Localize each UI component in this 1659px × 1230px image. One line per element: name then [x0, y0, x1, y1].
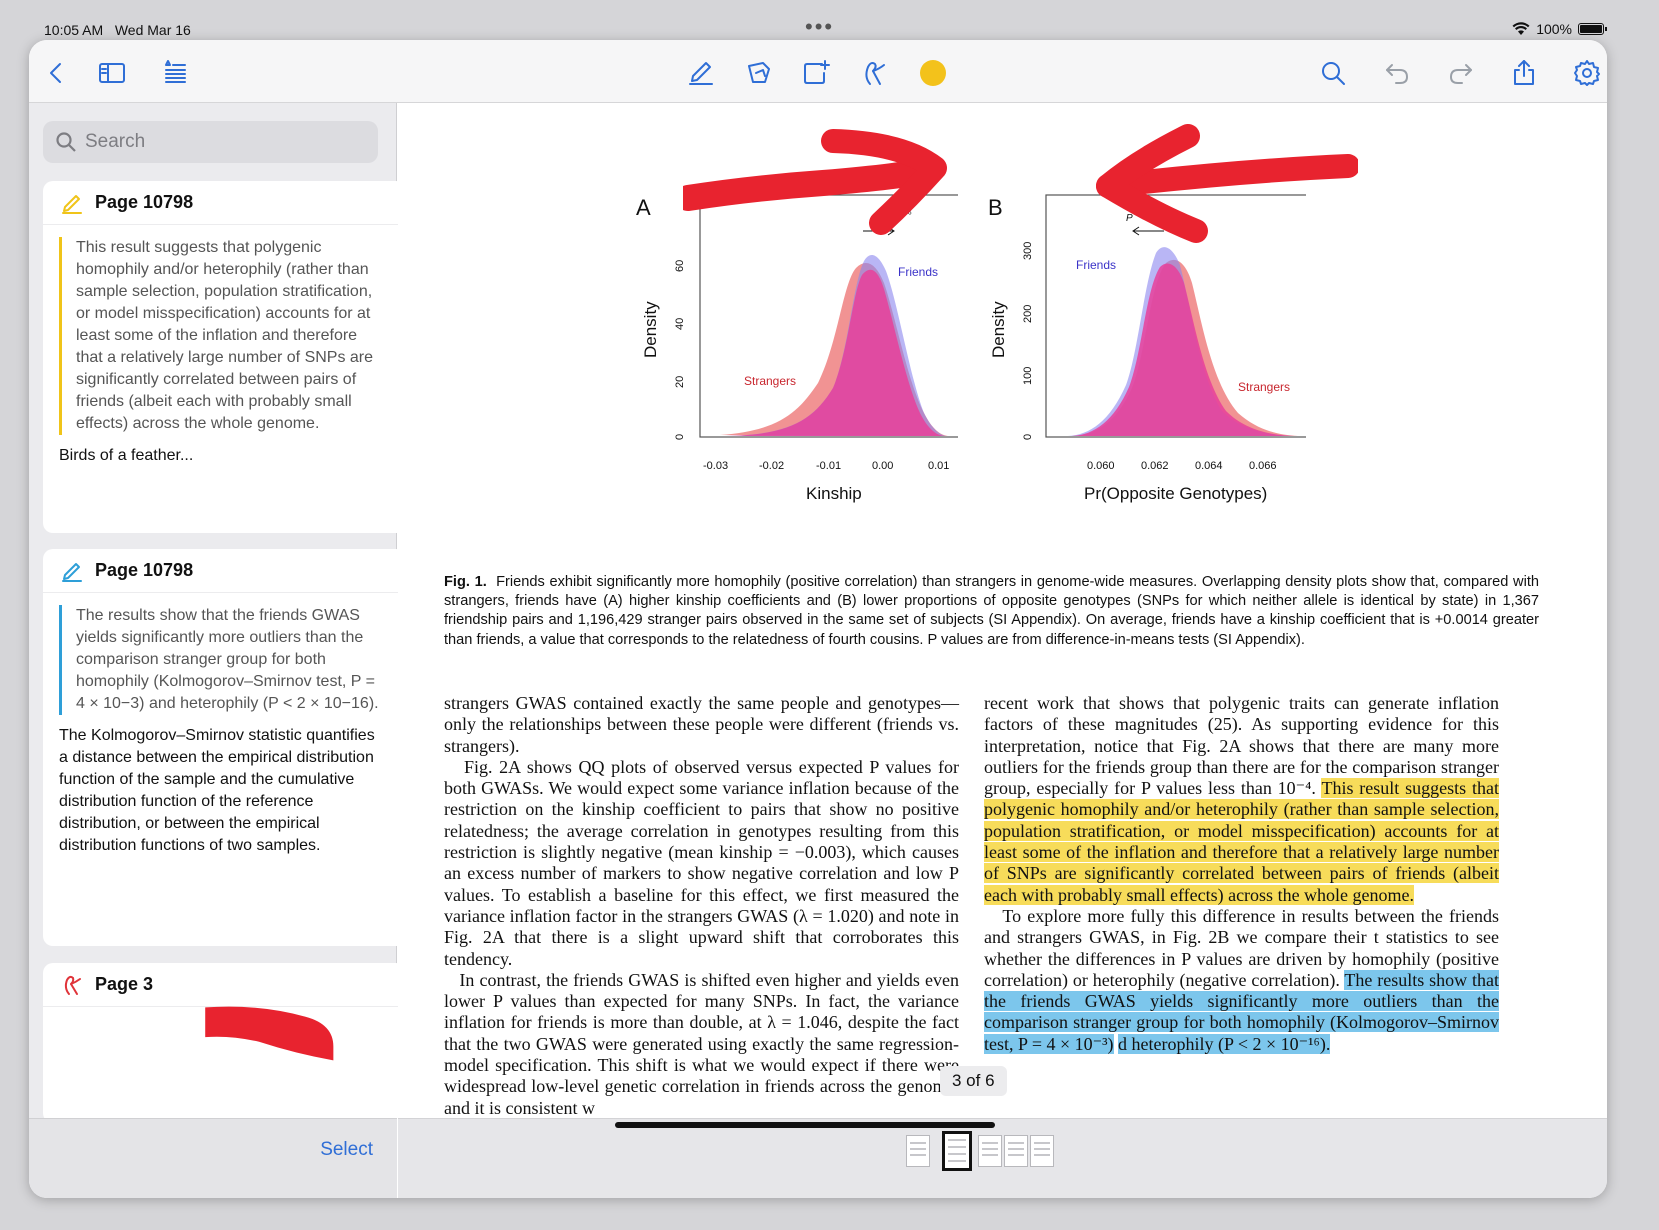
x-tick: 0.00	[872, 460, 893, 472]
settings-icon[interactable]	[1572, 58, 1602, 88]
figure-caption: Fig. 1. Friends exhibit significantly mo…	[444, 573, 1539, 650]
undo-icon[interactable]	[1382, 58, 1412, 88]
x-tick: 0.062	[1141, 460, 1169, 472]
app-window: Search Page 10798 This result suggests t…	[29, 40, 1607, 1198]
annotation-card[interactable]: Page 3	[43, 963, 406, 1123]
paragraph: strangers GWAS contained exactly the sam…	[444, 693, 959, 756]
p-value-annotation: P	[1126, 213, 1133, 224]
pen-icon[interactable]	[686, 58, 716, 88]
highlighter-icon	[62, 562, 82, 582]
y-tick: 300	[1022, 242, 1034, 260]
sidebar-footer: Select	[29, 1118, 397, 1198]
sidebar-toggle-icon[interactable]	[97, 58, 127, 88]
x-ticks: 0.060 0.062 0.064 0.066	[1087, 460, 1277, 472]
x-tick: 0.066	[1249, 460, 1277, 472]
y-axis-label: Density	[641, 301, 660, 358]
toolbar	[29, 40, 1607, 103]
x-tick: -0.01	[816, 460, 841, 472]
search-field[interactable]: Search	[43, 121, 378, 163]
highlight-quote: This result suggests that polygenic homo…	[59, 237, 384, 435]
figure-panel-b: B P Friends Strangers 0 100 200 300 Dens…	[976, 173, 1309, 513]
lasso-add-icon[interactable]	[801, 58, 831, 88]
status-right: 100%	[1512, 21, 1607, 37]
card-title: Page 10798	[95, 192, 194, 212]
battery-percent: 100%	[1536, 21, 1572, 37]
p-value-annotation: 10⁻¹⁶	[888, 209, 912, 220]
card-header: Page 10798	[43, 549, 406, 593]
outline-icon[interactable]	[160, 58, 190, 88]
caption-lead: Fig. 1.	[444, 574, 487, 590]
x-ticks: -0.03 -0.02 -0.01 0.00 0.01	[703, 460, 949, 472]
series-label-strangers: Strangers	[1238, 380, 1290, 394]
color-picker[interactable]	[918, 58, 948, 88]
page-thumbnail-strip	[398, 1118, 1607, 1198]
page-thumbnail[interactable]	[1004, 1135, 1028, 1167]
overlap-density-area	[1072, 263, 1294, 436]
y-tick: 20	[674, 376, 686, 388]
x-axis-label: Pr(Opposite Genotypes)	[1084, 484, 1267, 503]
ink-icon	[64, 975, 81, 995]
document-page[interactable]: A 10⁻¹⁶ Friends Strangers 0 20 40 60 Den…	[398, 103, 1607, 1118]
back-icon[interactable]	[41, 58, 71, 88]
status-time: 10:05 AM Wed Mar 16	[44, 22, 191, 38]
annotation-note: Birds of a feather...	[59, 447, 194, 464]
card-title: Page 10798	[95, 560, 194, 580]
panel-label: B	[988, 195, 1003, 220]
page-thumbnail[interactable]	[906, 1135, 930, 1167]
y-tick: 0	[674, 434, 686, 440]
series-label-strangers: Strangers	[744, 374, 796, 388]
redo-icon[interactable]	[1446, 58, 1476, 88]
y-ticks: 0 100 200 300	[1022, 242, 1034, 440]
page-indicator: 3 of 6	[940, 1066, 1007, 1096]
series-label-friends: Friends	[1076, 258, 1116, 272]
x-tick: 0.064	[1195, 460, 1223, 472]
x-tick: -0.03	[703, 460, 728, 472]
y-tick: 60	[674, 260, 686, 272]
text-column-right: recent work that shows that polygenic tr…	[984, 693, 1499, 1055]
annotation-card[interactable]: Page 10798 The results show that the fri…	[43, 549, 406, 946]
panel-label: A	[636, 195, 651, 220]
x-axis-label: Kinship	[806, 484, 862, 503]
annotations-sidebar: Search Page 10798 This result suggests t…	[29, 103, 406, 1198]
yellow-color-swatch[interactable]	[920, 60, 946, 86]
blue-highlight-tail[interactable]: d heterophily (P < 2 × 10⁻¹⁶).	[1118, 1033, 1331, 1054]
x-tick: 0.01	[928, 460, 949, 472]
card-header: Page 3	[43, 963, 406, 1007]
y-axis-label: Density	[989, 301, 1008, 358]
highlight-quote: The results show that the friends GWAS y…	[59, 605, 384, 715]
page-thumbnail[interactable]	[978, 1135, 1002, 1167]
y-tick: 0	[1022, 434, 1034, 440]
home-indicator[interactable]	[615, 1122, 995, 1128]
paragraph: In contrast, the friends GWAS is shifted…	[444, 969, 960, 1118]
search-icon	[56, 132, 76, 152]
multitasking-dots[interactable]: •••	[805, 14, 834, 40]
eraser-icon[interactable]	[744, 58, 774, 88]
figure-panel-a: A 10⁻¹⁶ Friends Strangers 0 20 40 60 Den…	[628, 173, 963, 513]
y-tick: 40	[674, 318, 686, 330]
search-icon[interactable]	[1318, 58, 1348, 88]
x-tick: -0.02	[759, 460, 784, 472]
annotation-card[interactable]: Page 10798 This result suggests that pol…	[43, 181, 406, 533]
y-ticks: 0 20 40 60	[674, 260, 686, 440]
card-title: Page 3	[95, 974, 154, 994]
paragraph: Fig. 2A shows QQ plots of observed versu…	[444, 756, 959, 969]
highlighter-icon	[62, 194, 82, 214]
page-thumbnail[interactable]	[1030, 1135, 1054, 1167]
y-tick: 200	[1022, 305, 1034, 323]
page-indicator-label: 3 of 6	[952, 1071, 995, 1090]
page-thumbnail-current[interactable]	[942, 1131, 972, 1171]
share-icon[interactable]	[1509, 58, 1539, 88]
card-header: Page 10798	[43, 181, 406, 225]
caption-text: Friends exhibit significantly more homop…	[444, 574, 1539, 648]
wifi-icon	[1512, 22, 1530, 35]
annotation-note: The Kolmogorov–Smirnov statistic quantif…	[59, 727, 375, 854]
search-placeholder: Search	[85, 131, 146, 152]
y-tick: 100	[1022, 367, 1034, 385]
battery-icon	[1578, 23, 1607, 35]
text-column-left: strangers GWAS contained exactly the sam…	[444, 693, 959, 1118]
series-label-friends: Friends	[898, 265, 938, 279]
highlighter-icon[interactable]	[859, 58, 889, 88]
x-tick: 0.060	[1087, 460, 1115, 472]
select-button[interactable]: Select	[320, 1139, 373, 1161]
